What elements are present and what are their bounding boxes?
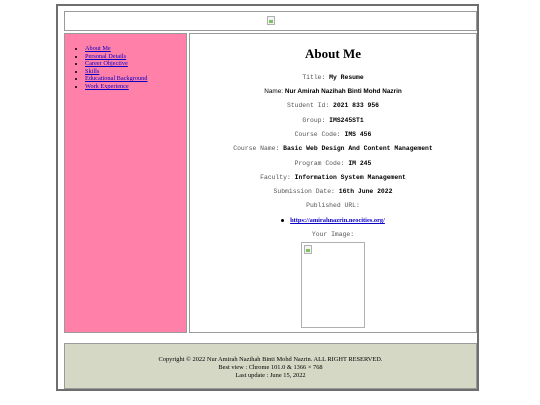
info-label: Name:: [264, 88, 284, 95]
info-label: Course Code:: [294, 131, 341, 138]
info-row-program-code: Program Code: IM 245: [190, 160, 476, 167]
nav-link-personal-details[interactable]: Personal Details: [85, 53, 126, 60]
info-label: Course Name:: [233, 145, 280, 152]
info-value: Information System Management: [294, 174, 406, 181]
info-label: Program Code:: [294, 160, 345, 167]
page-title: About Me: [305, 46, 361, 61]
nav-link-work-experience[interactable]: Work Experience: [85, 83, 129, 90]
info-label: Faculty:: [260, 174, 291, 181]
published-url-label-text: Published URL:: [306, 202, 360, 209]
nav-link-career-objective[interactable]: Career Objective: [85, 60, 128, 67]
info-label: Submission Date:: [273, 188, 335, 195]
published-url-row: https://amirahnazrin.neocities.org/: [190, 217, 476, 224]
nav-link-educational-background[interactable]: Educational Background: [85, 75, 147, 82]
main-content: About Me Title: My Resume Name: Nur Amir…: [189, 33, 477, 333]
info-value: IMS245ST1: [329, 117, 364, 124]
broken-image-icon: [266, 16, 275, 25]
info-row-submission-date: Submission Date: 16th June 2022: [190, 188, 476, 195]
last-update-text: Last update : June 15, 2022: [235, 371, 306, 379]
nav-link-about-me[interactable]: About Me: [85, 45, 111, 52]
info-row-title: Title: My Resume: [190, 74, 476, 81]
bullet-icon: [281, 219, 285, 223]
info-value: 2021 833 956: [333, 102, 380, 109]
info-label: Title:: [302, 74, 326, 81]
published-url-link[interactable]: https://amirahnazrin.neocities.org/: [290, 217, 385, 224]
image-label: Your Image:: [311, 231, 355, 238]
info-value: My Resume: [329, 74, 364, 81]
info-value: IMS 456: [344, 131, 372, 138]
info-value: 16th June 2022: [338, 188, 393, 195]
sidebar-nav: About Me Personal Details Career Objecti…: [64, 33, 187, 333]
header-banner: [64, 11, 477, 31]
best-view-text: Best view : Chrome 101.0 & 1366 × 768: [218, 363, 323, 371]
sidebar-item-personal-details: Personal Details: [85, 53, 186, 61]
published-url-label: Published URL:: [190, 202, 476, 209]
info-row-course-code: Course Code: IMS 456: [190, 131, 476, 138]
sidebar-item-career-objective: Career Objective: [85, 60, 186, 68]
sidebar-item-educational-background: Educational Background: [85, 75, 186, 83]
nav-link-skills[interactable]: Skills: [85, 68, 99, 75]
info-value: IM 245: [348, 160, 372, 167]
info-label: Group:: [302, 117, 326, 124]
footer: Copyright © 2022 Nur Amirah Nazihah Bint…: [64, 343, 477, 389]
page-container: About Me Personal Details Career Objecti…: [56, 4, 479, 391]
image-label-row: Your Image:: [190, 231, 476, 238]
sidebar-item-about-me: About Me: [85, 45, 186, 53]
info-value: Nur Amirah Nazihah Binti Mohd Nazrin: [284, 88, 402, 95]
info-row-name: Name: Nur Amirah Nazihah Binti Mohd Nazr…: [190, 88, 476, 95]
profile-image: [301, 242, 365, 328]
sidebar-item-skills: Skills: [85, 68, 186, 76]
info-value: Basic Web Design And Content Management: [283, 145, 433, 152]
sidebar-item-work-experience: Work Experience: [85, 83, 186, 91]
info-row-faculty: Faculty: Information System Management: [190, 174, 476, 181]
info-row-student-id: Student Id: 2021 833 956: [190, 102, 476, 109]
info-row-group: Group: IMS245ST1: [190, 117, 476, 124]
copyright-text: Copyright © 2022 Nur Amirah Nazihah Bint…: [158, 356, 383, 363]
info-row-course-name: Course Name: Basic Web Design And Conten…: [190, 145, 476, 152]
nav-list: About Me Personal Details Career Objecti…: [65, 34, 186, 91]
broken-image-icon: [304, 245, 312, 254]
info-label: Student Id:: [286, 102, 330, 109]
